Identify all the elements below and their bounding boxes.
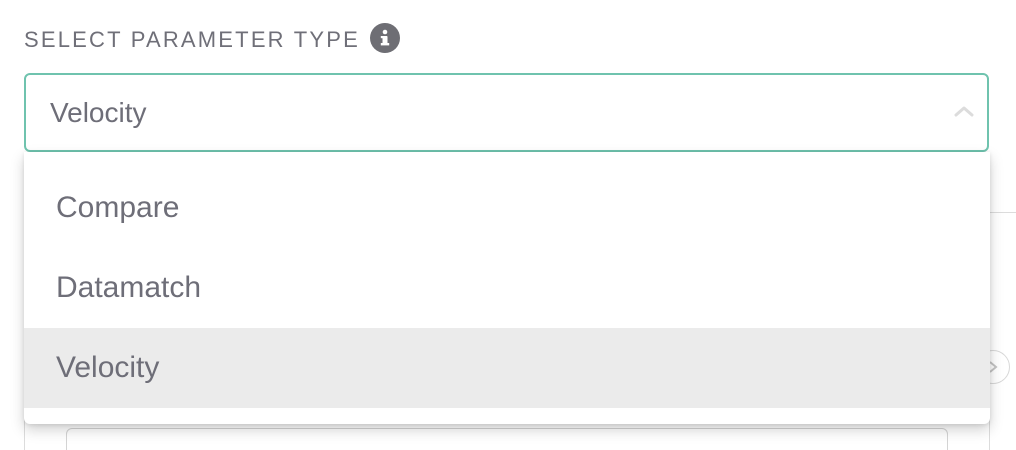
page: SELECT PARAMETER TYPE Velocity Compare D…	[0, 0, 1016, 450]
chevron-up-icon	[954, 106, 974, 117]
option-compare[interactable]: Compare	[24, 168, 990, 248]
option-datamatch[interactable]: Datamatch	[24, 248, 990, 328]
parameter-type-select[interactable]: Velocity	[24, 73, 989, 152]
selected-value: Velocity	[50, 96, 147, 128]
dropdown-menu: Compare Datamatch Velocity	[24, 152, 990, 424]
parameter-type-label: SELECT PARAMETER TYPE	[24, 27, 360, 52]
info-icon[interactable]	[369, 23, 400, 53]
field-label-row: SELECT PARAMETER TYPE	[24, 23, 400, 56]
background-panel-edge	[990, 212, 1016, 213]
option-velocity[interactable]: Velocity	[24, 328, 990, 408]
background-input-box	[66, 428, 948, 450]
info-glyph	[380, 29, 390, 46]
